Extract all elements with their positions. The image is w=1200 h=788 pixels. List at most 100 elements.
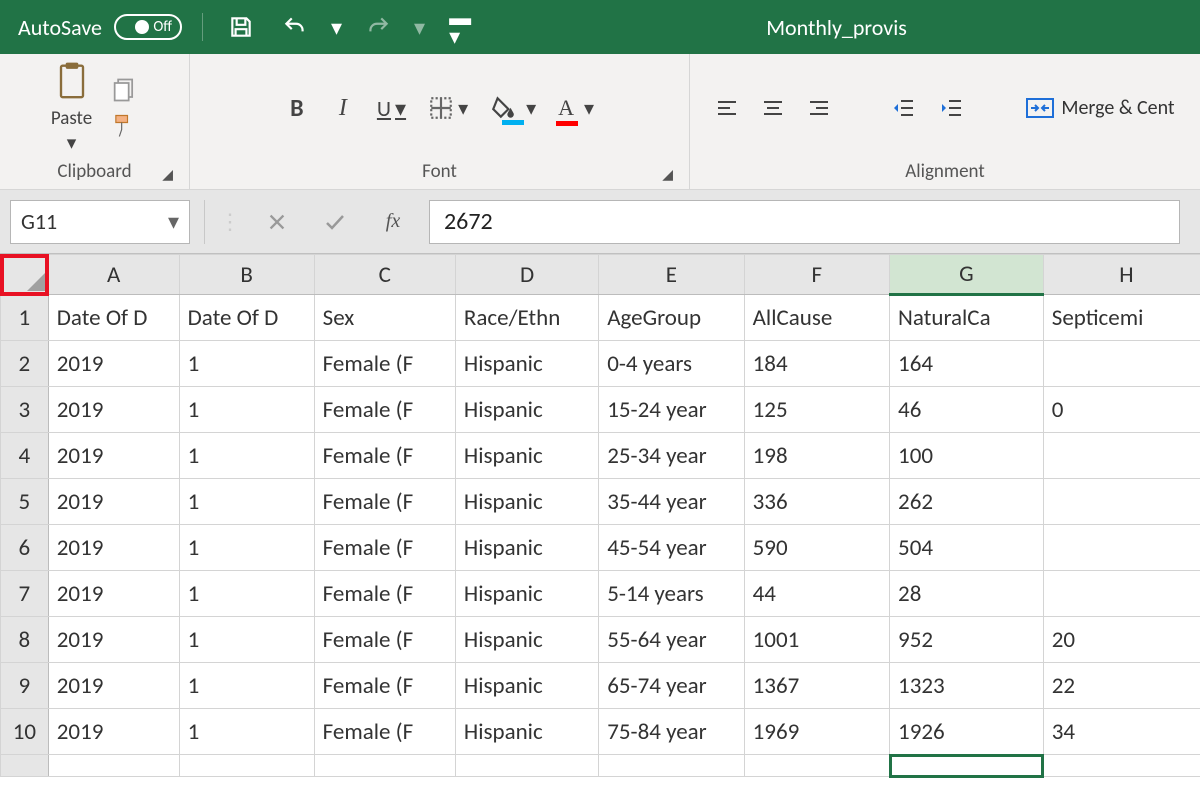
cell[interactable]: 164	[890, 341, 1044, 387]
bold-button[interactable]: B	[283, 91, 311, 125]
col-header-F[interactable]: F	[744, 255, 889, 295]
cell[interactable]: Hispanic	[455, 479, 598, 525]
format-painter-icon[interactable]	[110, 112, 138, 140]
enter-button[interactable]	[313, 200, 357, 244]
col-header-E[interactable]: E	[599, 255, 744, 295]
cell[interactable]: 45-54 year	[599, 525, 744, 571]
col-header-A[interactable]: A	[48, 255, 179, 295]
cell[interactable]: 2019	[48, 663, 179, 709]
cancel-button[interactable]	[255, 200, 299, 244]
cell[interactable]: 2019	[48, 571, 179, 617]
fill-color-button[interactable]: ▾	[488, 91, 538, 125]
cell[interactable]: 1	[179, 709, 314, 755]
insert-function-button[interactable]: fx	[371, 200, 415, 244]
cell[interactable]: Septicemi	[1043, 295, 1200, 341]
cell[interactable]: Date Of D	[48, 295, 179, 341]
cell[interactable]: Female (F	[314, 525, 455, 571]
col-header-B[interactable]: B	[179, 255, 314, 295]
cell[interactable]: 55-64 year	[599, 617, 744, 663]
cell[interactable]	[1043, 571, 1200, 617]
cell[interactable]: 100	[890, 433, 1044, 479]
cell[interactable]	[48, 755, 179, 777]
cell[interactable]: Female (F	[314, 433, 455, 479]
cell[interactable]: Hispanic	[455, 571, 598, 617]
save-button[interactable]	[223, 9, 259, 45]
select-all-button[interactable]	[1, 255, 49, 295]
cell[interactable]: 2019	[48, 433, 179, 479]
cell[interactable]	[1043, 341, 1200, 387]
cell[interactable]: 504	[890, 525, 1044, 571]
cell[interactable]: Hispanic	[455, 525, 598, 571]
cell[interactable]: Female (F	[314, 571, 455, 617]
paste-button[interactable]: Paste ▾	[51, 61, 92, 155]
cell[interactable]: Hispanic	[455, 709, 598, 755]
dialog-launcher-icon[interactable]: ◢	[662, 166, 673, 183]
cell[interactable]: 2019	[48, 387, 179, 433]
cell[interactable]: 1	[179, 571, 314, 617]
italic-button[interactable]: I	[329, 91, 357, 125]
cell[interactable]: 1	[179, 617, 314, 663]
cell[interactable]	[890, 755, 1044, 777]
cell[interactable]: 1	[179, 433, 314, 479]
row-header[interactable]: 9	[1, 663, 49, 709]
align-center-button[interactable]	[759, 91, 787, 125]
col-header-H[interactable]: H	[1043, 255, 1200, 295]
row-header[interactable]: 8	[1, 617, 49, 663]
cell[interactable]: 125	[744, 387, 889, 433]
cell[interactable]	[179, 755, 314, 777]
copy-icon[interactable]	[110, 76, 138, 104]
cell[interactable]: 0	[1043, 387, 1200, 433]
cell[interactable]: 34	[1043, 709, 1200, 755]
cell[interactable]: Sex	[314, 295, 455, 341]
undo-button[interactable]	[277, 9, 313, 45]
row-header[interactable]: 5	[1, 479, 49, 525]
align-right-button[interactable]	[805, 91, 833, 125]
cell[interactable]: 336	[744, 479, 889, 525]
col-header-D[interactable]: D	[455, 255, 598, 295]
cell[interactable]: Female (F	[314, 479, 455, 525]
row-header[interactable]: 4	[1, 433, 49, 479]
cell[interactable]: NaturalCa	[890, 295, 1044, 341]
cell[interactable]: 22	[1043, 663, 1200, 709]
cell[interactable]	[314, 755, 455, 777]
cell[interactable]: 1001	[744, 617, 889, 663]
row-header[interactable]: 2	[1, 341, 49, 387]
cell[interactable]: 1	[179, 525, 314, 571]
cell[interactable]: Female (F	[314, 617, 455, 663]
cell[interactable]: 2019	[48, 709, 179, 755]
align-left-button[interactable]	[713, 91, 741, 125]
cell[interactable]: 198	[744, 433, 889, 479]
formula-input[interactable]: 2672	[429, 200, 1180, 244]
decrease-indent-button[interactable]	[889, 91, 919, 125]
cell[interactable]: 20	[1043, 617, 1200, 663]
cell[interactable]: Female (F	[314, 663, 455, 709]
col-header-G[interactable]: G	[890, 255, 1044, 295]
cell[interactable]: 262	[890, 479, 1044, 525]
cell[interactable]	[599, 755, 744, 777]
spreadsheet-grid[interactable]: A B C D E F G H 1Date Of DDate Of DSexRa…	[0, 254, 1200, 777]
cell[interactable]	[1043, 755, 1200, 777]
undo-caret-icon[interactable]: ▾	[331, 14, 342, 41]
autosave-switch[interactable]: Off	[114, 14, 182, 40]
row-header[interactable]: 7	[1, 571, 49, 617]
dialog-launcher-icon[interactable]: ◢	[162, 166, 173, 183]
cell[interactable]: 0-4 years	[599, 341, 744, 387]
cell[interactable]: Female (F	[314, 341, 455, 387]
cell[interactable]: 28	[890, 571, 1044, 617]
cell[interactable]: Female (F	[314, 709, 455, 755]
row-header[interactable]: 6	[1, 525, 49, 571]
cell[interactable]: AllCause	[744, 295, 889, 341]
cell[interactable]	[455, 755, 598, 777]
cell[interactable]: 2019	[48, 341, 179, 387]
cell[interactable]: Hispanic	[455, 617, 598, 663]
cell[interactable]: 65-74 year	[599, 663, 744, 709]
row-header[interactable]: 10	[1, 709, 49, 755]
cell[interactable]: 1969	[744, 709, 889, 755]
cell[interactable]: AgeGroup	[599, 295, 744, 341]
col-header-C[interactable]: C	[314, 255, 455, 295]
cell[interactable]: 2019	[48, 617, 179, 663]
cell[interactable]	[1043, 433, 1200, 479]
cell[interactable]: 1323	[890, 663, 1044, 709]
qat-customize-icon[interactable]: ▬▾	[443, 4, 473, 50]
cell[interactable]: 1367	[744, 663, 889, 709]
